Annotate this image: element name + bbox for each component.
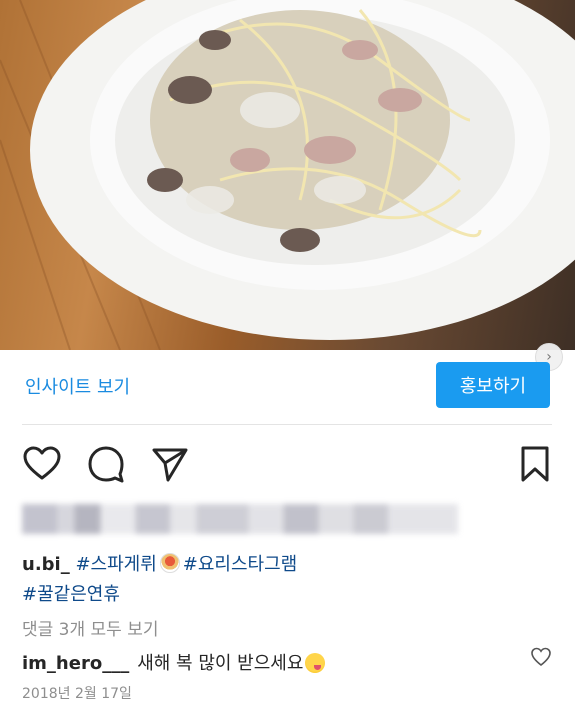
hashtag-spaghetti[interactable]: #스파게뤼 (75, 554, 156, 575)
divider (22, 424, 552, 425)
hashtag-holiday[interactable]: #꿀같은연휴 (22, 584, 120, 605)
hashtag-cookstagram[interactable]: #요리스타그램 (183, 554, 297, 575)
comment-text: 새해 복 많이 받으세요 (137, 653, 304, 674)
post-photo[interactable] (0, 0, 575, 350)
caption-username[interactable]: u.bi_ (22, 554, 70, 575)
comment-username[interactable]: im_hero___ (22, 653, 129, 674)
caption-line-1: u.bi_ #스파게뤼 #요리스타그램 (22, 550, 297, 576)
comment-bubble-icon[interactable] (86, 444, 126, 484)
heart-icon[interactable] (22, 444, 62, 484)
send-icon[interactable] (150, 444, 190, 484)
comment-like-heart-icon[interactable] (530, 646, 552, 668)
caption-line-2: #꿀같은연휴 (22, 580, 120, 606)
post-date: 2018년 2월 17일 (22, 686, 132, 702)
bookmark-icon[interactable] (515, 444, 555, 484)
yum-emoji-icon (305, 653, 326, 673)
spaghetti-emoji-icon (159, 553, 180, 573)
blurred-likes-row (22, 504, 458, 534)
view-all-comments-link[interactable]: 댓글 3개 모두 보기 (22, 615, 159, 640)
view-insights-link[interactable]: 인사이트 보기 (25, 373, 130, 399)
pasta-photo-illustration (0, 0, 575, 350)
promote-button[interactable]: 홍보하기 (436, 362, 550, 408)
comment-row: im_hero___ 새해 복 많이 받으세요 (22, 649, 326, 675)
